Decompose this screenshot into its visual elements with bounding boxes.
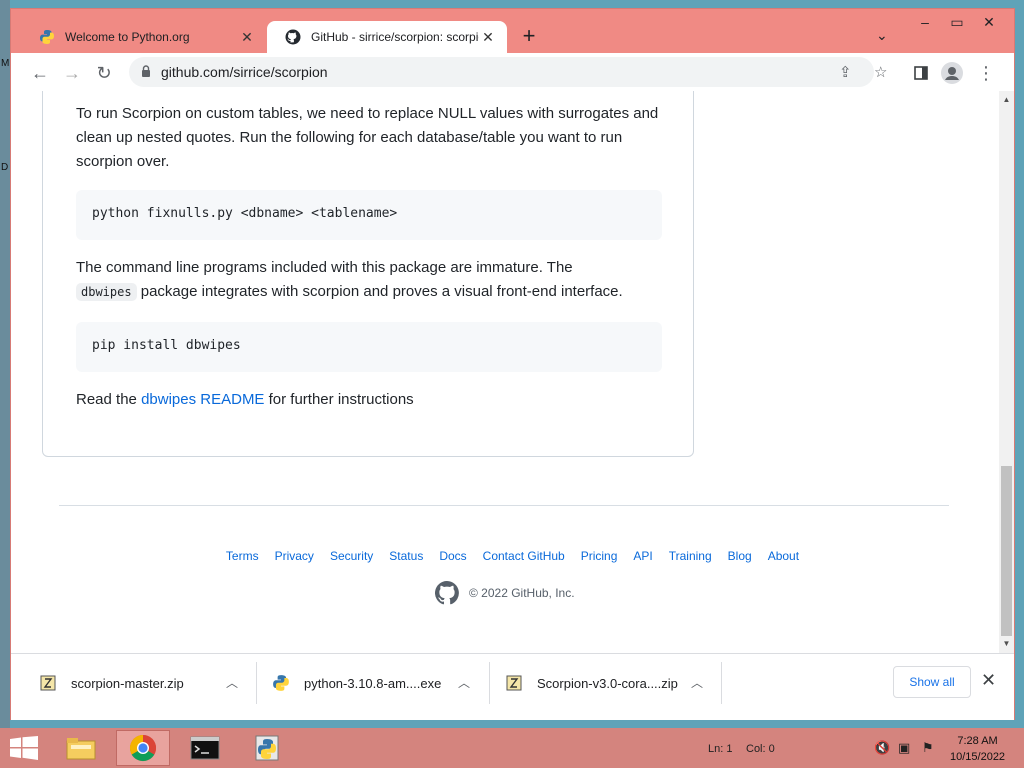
- reload-icon[interactable]: ↻: [91, 60, 117, 86]
- footer-copyright: © 2022 GitHub, Inc.: [435, 581, 575, 605]
- cmd-taskbar-button[interactable]: [178, 730, 232, 766]
- chrome-logo-icon: [129, 734, 157, 762]
- footer-links: Terms Privacy Security Status Docs Conta…: [11, 549, 1014, 563]
- dbwipes-readme-link[interactable]: dbwipes README: [141, 391, 264, 408]
- forward-arrow-icon[interactable]: →: [59, 60, 85, 86]
- tab-title: Welcome to Python.org: [65, 30, 190, 44]
- terminal-icon: [190, 736, 220, 760]
- divider: [721, 662, 722, 704]
- readme-paragraph: Read the dbwipes README for further inst…: [76, 388, 676, 412]
- python-logo-icon: [40, 30, 54, 44]
- taskbar: Ln: 1 Col: 0 🔇 ▣ ⚑ 7:28 AM 10/15/2022: [0, 728, 1024, 768]
- back-arrow-icon[interactable]: ←: [27, 60, 53, 86]
- network-icon[interactable]: ▣: [898, 740, 910, 756]
- download-filename: scorpion-master.zip: [71, 675, 184, 691]
- footer-link-privacy[interactable]: Privacy: [275, 549, 314, 563]
- status-line: Ln: 1: [708, 743, 733, 755]
- divider: [256, 662, 257, 704]
- download-filename: Scorpion-v3.0-cora....zip: [537, 675, 678, 691]
- chevron-up-icon[interactable]: ︿: [691, 674, 703, 691]
- download-item[interactable]: python-3.10.8-am....exe ︿: [272, 654, 492, 712]
- scroll-up-arrow-icon[interactable]: ▲: [1002, 95, 1011, 104]
- text-span: The command line programs included with …: [76, 259, 573, 276]
- desktop-icon-label: M: [1, 58, 10, 69]
- code-block: python fixnulls.py <dbname> <tablename>: [76, 190, 662, 240]
- readme-paragraph: To run Scorpion on custom tables, we nee…: [76, 105, 659, 170]
- download-shelf: scorpion-master.zip ︿ python-3.10.8-am..…: [11, 653, 1014, 720]
- chrome-taskbar-button[interactable]: [116, 730, 170, 766]
- chevron-up-icon[interactable]: ︿: [226, 674, 238, 691]
- text-span: package integrates with scorpion and pro…: [140, 283, 623, 300]
- browser-toolbar: ← → ↻ github.com/sirrice/scorpion ⇪ ☆ ⋮: [11, 53, 1014, 91]
- lock-icon: [142, 65, 150, 77]
- inline-code: dbwipes: [76, 283, 137, 301]
- code-block: pip install dbwipes: [76, 322, 662, 372]
- python-installer-icon: [255, 735, 279, 761]
- system-clock[interactable]: 7:28 AM 10/15/2022: [950, 733, 1005, 765]
- vertical-scrollbar[interactable]: ▲ ▼: [999, 91, 1014, 653]
- show-all-downloads-button[interactable]: Show all: [893, 666, 971, 698]
- copyright-text: © 2022 GitHub, Inc.: [469, 586, 575, 600]
- share-icon[interactable]: ⇪: [839, 63, 852, 81]
- scrollbar-thumb[interactable]: [1001, 466, 1012, 636]
- download-item[interactable]: scorpion-master.zip ︿: [39, 654, 254, 712]
- windows-start-icon[interactable]: [10, 736, 38, 760]
- desktop-icon-label: D: [1, 162, 9, 173]
- close-window-button[interactable]: ✕: [973, 9, 1005, 39]
- footer-link-terms[interactable]: Terms: [226, 549, 259, 563]
- kebab-menu-icon[interactable]: ⋮: [973, 60, 999, 86]
- tab-title: GitHub - sirrice/scorpion: scorpion: [311, 30, 479, 44]
- file-explorer-taskbar-button[interactable]: [54, 730, 108, 766]
- footer-link-api[interactable]: API: [633, 549, 652, 563]
- browser-window: Welcome to Python.org ✕ GitHub - sirrice…: [10, 8, 1015, 720]
- zip-archive-icon: [40, 675, 56, 691]
- desktop-edge: M D: [0, 0, 10, 728]
- tab-python-org[interactable]: Welcome to Python.org ✕: [21, 21, 266, 53]
- url-text: github.com/sirrice/scorpion: [161, 64, 328, 80]
- chevron-up-icon[interactable]: ︿: [458, 674, 470, 691]
- zip-archive-icon: [506, 675, 522, 691]
- bookmark-star-icon[interactable]: ☆: [874, 63, 887, 81]
- text-span: Read the: [76, 391, 137, 408]
- footer-link-contact[interactable]: Contact GitHub: [483, 549, 565, 563]
- clock-date: 10/15/2022: [950, 751, 1006, 763]
- new-tab-button[interactable]: +: [516, 24, 542, 50]
- tab-search-chevron-icon[interactable]: ⌄: [876, 27, 888, 44]
- python-taskbar-button[interactable]: [240, 730, 294, 766]
- close-icon[interactable]: ✕: [238, 28, 256, 46]
- python-installer-icon: [273, 675, 289, 691]
- clock-time: 7:28 AM: [957, 735, 998, 747]
- scroll-down-arrow-icon[interactable]: ▼: [1002, 639, 1011, 648]
- tab-strip: Welcome to Python.org ✕ GitHub - sirrice…: [11, 9, 1014, 53]
- profile-avatar-icon[interactable]: [939, 60, 965, 86]
- download-filename: python-3.10.8-am....exe: [304, 675, 442, 691]
- close-icon[interactable]: ✕: [981, 670, 996, 691]
- readme-paragraph: The command line programs included with …: [76, 256, 676, 304]
- footer-link-blog[interactable]: Blog: [728, 549, 752, 563]
- download-item[interactable]: Scorpion-v3.0-cora....zip ︿: [505, 654, 725, 712]
- status-column: Col: 0: [746, 743, 775, 755]
- minimize-button[interactable]: –: [909, 9, 941, 39]
- github-logo-icon[interactable]: [435, 581, 459, 605]
- page-content: To run Scorpion on custom tables, we nee…: [11, 91, 1014, 653]
- footer-link-status[interactable]: Status: [389, 549, 423, 563]
- text-span: for further instructions: [268, 391, 414, 408]
- footer-link-docs[interactable]: Docs: [439, 549, 466, 563]
- footer-link-about[interactable]: About: [768, 549, 799, 563]
- footer-link-security[interactable]: Security: [330, 549, 373, 563]
- side-panel-icon[interactable]: [908, 60, 934, 86]
- footer-link-training[interactable]: Training: [669, 549, 712, 563]
- tab-github-scorpion[interactable]: GitHub - sirrice/scorpion: scorpion ✕: [267, 21, 507, 53]
- footer-divider: [59, 505, 949, 506]
- maximize-button[interactable]: ▭: [941, 9, 973, 39]
- folder-icon: [66, 738, 96, 760]
- readme-card: To run Scorpion on custom tables, we nee…: [42, 91, 694, 457]
- action-center-icon[interactable]: ⚑: [922, 740, 934, 756]
- divider: [489, 662, 490, 704]
- close-icon[interactable]: ✕: [479, 28, 497, 46]
- volume-muted-icon[interactable]: 🔇: [874, 740, 890, 756]
- github-logo-icon: [285, 29, 301, 45]
- address-bar[interactable]: github.com/sirrice/scorpion ⇪ ☆: [129, 57, 887, 87]
- footer-link-pricing[interactable]: Pricing: [581, 549, 618, 563]
